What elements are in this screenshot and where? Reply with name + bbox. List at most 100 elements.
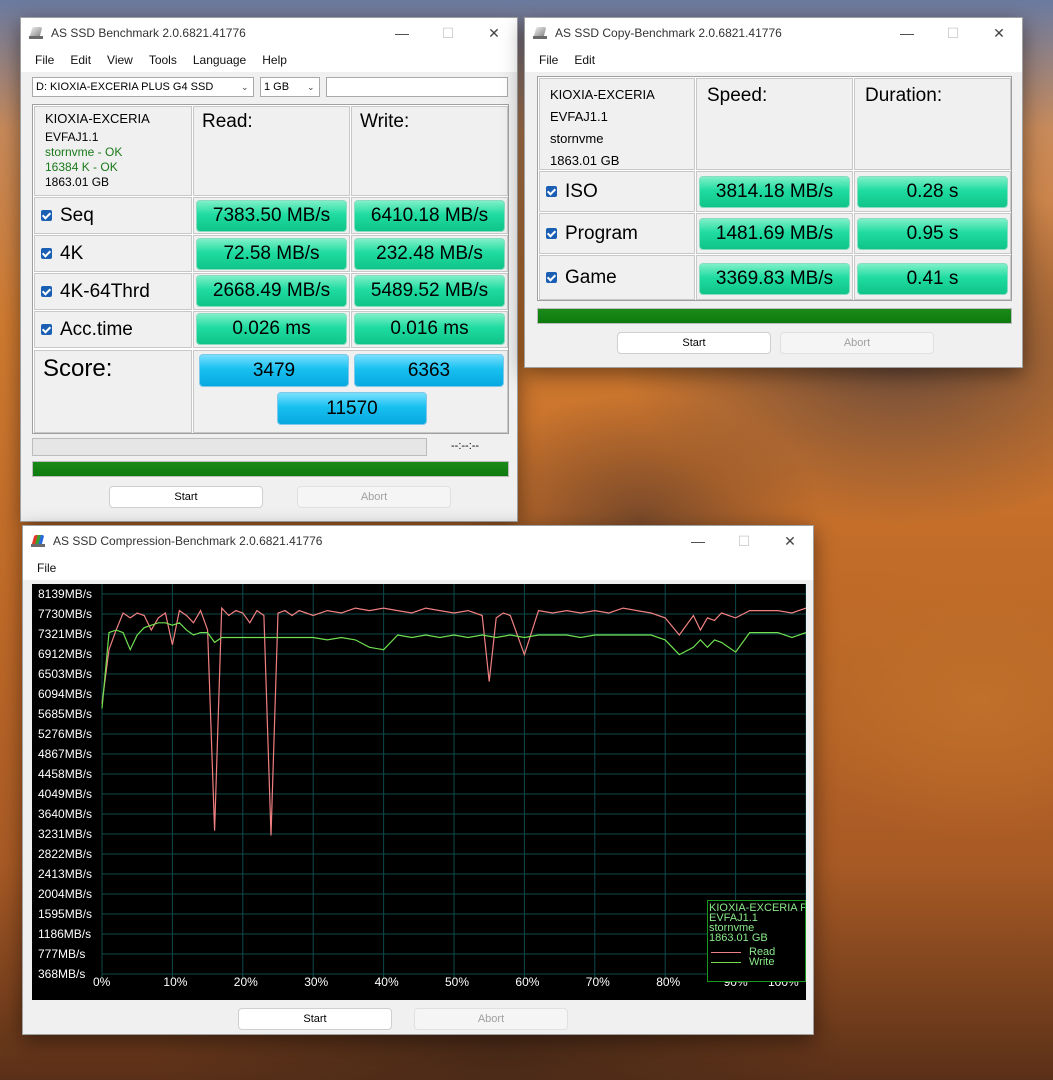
4k-64thrd-read-value: 2668.49 MB/s: [196, 275, 347, 307]
x-tick-label: 70%: [585, 975, 610, 989]
legend-capacity: 1863.01 GB: [709, 932, 768, 944]
y-tick-label: 1186MB/s: [38, 927, 92, 941]
iso-checkbox[interactable]: [546, 186, 557, 197]
chevron-down-icon: ⌄: [241, 82, 249, 92]
menu-edit[interactable]: Edit: [574, 53, 595, 67]
seq-checkbox[interactable]: [41, 210, 52, 221]
copy-window-title: AS SSD Copy-Benchmark 2.0.6821.41776: [555, 26, 782, 40]
compression-app-icon: [31, 535, 45, 547]
menu-language[interactable]: Language: [193, 53, 246, 67]
main-benchmark-window: AS SSD Benchmark 2.0.6821.41776 — ☐ ✕ Fi…: [20, 17, 518, 522]
read-header: Read:: [193, 106, 350, 196]
y-tick-label: 8139MB/s: [38, 587, 93, 601]
size-select[interactable]: 1 GB ⌄: [260, 77, 320, 97]
drive-model: KIOXIA-EXCERIA: [550, 87, 655, 102]
4k-64thrd-checkbox[interactable]: [41, 286, 52, 297]
abort-button: Abort: [414, 1008, 568, 1030]
compression-chart-svg: [101, 584, 806, 978]
abort-button: Abort: [780, 332, 934, 354]
program-speed-value: 1481.69 MB/s: [699, 218, 850, 250]
4k-write-value: 232.48 MB/s: [354, 238, 505, 270]
start-button[interactable]: Start: [238, 1008, 392, 1030]
seq-write-value: 6410.18 MB/s: [354, 200, 505, 232]
score-write-value: 6363: [354, 354, 504, 387]
row-4k-64thrd: 4K-64Thrd: [34, 273, 192, 310]
4k-read-value: 72.58 MB/s: [196, 238, 347, 270]
maximize-button: ☐: [737, 532, 751, 549]
y-tick-label: 7321MB/s: [38, 627, 93, 641]
abort-button: Abort: [297, 486, 451, 508]
compression-benchmark-window: AS SSD Compression-Benchmark 2.0.6821.41…: [22, 525, 814, 1035]
y-tick-label: 1595MB/s: [38, 907, 93, 921]
main-menubar: File Edit View Tools Language Help: [21, 48, 517, 72]
compression-titlebar[interactable]: AS SSD Compression-Benchmark 2.0.6821.41…: [23, 526, 813, 556]
menu-help[interactable]: Help: [262, 53, 287, 67]
main-titlebar[interactable]: AS SSD Benchmark 2.0.6821.41776 — ☐ ✕: [21, 18, 517, 48]
compression-window-title: AS SSD Compression-Benchmark 2.0.6821.41…: [53, 534, 323, 548]
menu-file[interactable]: File: [539, 53, 558, 67]
drive-firmware: EVFAJ1.1: [550, 109, 608, 124]
x-tick-label: 0%: [93, 975, 111, 989]
copy-menubar: File Edit: [525, 48, 1022, 72]
row-program: Program: [539, 213, 695, 254]
close-button[interactable]: ✕: [471, 18, 517, 48]
row-seq: Seq: [34, 197, 192, 234]
y-tick-label: 3640MB/s: [38, 807, 93, 821]
x-tick-label: 80%: [656, 975, 681, 989]
y-tick-label: 2822MB/s: [38, 847, 93, 861]
main-window-title: AS SSD Benchmark 2.0.6821.41776: [51, 26, 246, 40]
copy-results-grid: KIOXIA-EXCERIA EVFAJ1.1 stornvme 1863.01…: [537, 76, 1012, 301]
y-tick-label: 2413MB/s: [38, 867, 93, 881]
menu-view[interactable]: View: [107, 53, 133, 67]
close-button[interactable]: ✕: [767, 526, 813, 556]
disk-app-icon: [29, 27, 43, 39]
legend-read-swatch: [711, 951, 741, 953]
maximize-button: ☐: [441, 24, 455, 41]
game-duration-value: 0.41 s: [857, 263, 1008, 295]
y-tick-label: 3231MB/s: [38, 827, 93, 841]
copy-titlebar[interactable]: AS SSD Copy-Benchmark 2.0.6821.41776 — ☐…: [525, 18, 1022, 48]
game-speed-value: 3369.83 MB/s: [699, 263, 850, 295]
y-tick-label: 4867MB/s: [38, 747, 93, 761]
duration-header: Duration:: [854, 78, 1011, 170]
speed-header: Speed:: [696, 78, 853, 170]
drive-capacity: 1863.01 GB: [550, 153, 620, 168]
score-read-value: 3479: [199, 354, 349, 387]
x-tick-label: 40%: [374, 975, 399, 989]
y-tick-label: 777MB/s: [38, 947, 86, 961]
score-label: Score:: [34, 350, 192, 433]
total-progress-bar: [32, 461, 509, 477]
test-progress-bar: [32, 438, 427, 456]
menu-file[interactable]: File: [35, 53, 54, 67]
program-checkbox[interactable]: [546, 228, 557, 239]
start-button[interactable]: Start: [109, 486, 263, 508]
copy-drive-info-cell: KIOXIA-EXCERIA EVFAJ1.1 stornvme 1863.01…: [539, 78, 695, 170]
y-tick-label: 2004MB/s: [38, 887, 93, 901]
minimize-button[interactable]: —: [884, 18, 930, 48]
y-tick-label: 368MB/s: [38, 967, 86, 981]
seq-read-value: 7383.50 MB/s: [196, 200, 347, 232]
start-button[interactable]: Start: [617, 332, 771, 354]
time-display: --:--:--: [451, 440, 480, 452]
menu-file[interactable]: File: [37, 561, 56, 575]
y-tick-label: 4458MB/s: [38, 767, 93, 781]
x-tick-label: 30%: [304, 975, 329, 989]
x-tick-label: 50%: [445, 975, 470, 989]
menu-edit[interactable]: Edit: [70, 53, 91, 67]
compression-chart: 8139MB/s 7730MB/s 7321MB/s 6912MB/s 6503MB/s…: [32, 584, 806, 1000]
menu-tools[interactable]: Tools: [149, 53, 177, 67]
acc-time-checkbox[interactable]: [41, 324, 52, 335]
results-grid: KIOXIA-EXCERIA EVFAJ1.1 stornvme - OK 16…: [32, 104, 509, 434]
drive-model: KIOXIA-EXCERIA: [45, 111, 150, 126]
x-tick-label: 20%: [233, 975, 258, 989]
minimize-button[interactable]: —: [379, 18, 425, 48]
extra-field[interactable]: [326, 77, 508, 97]
y-tick-label: 4049MB/s: [38, 787, 93, 801]
legend-write-swatch: [711, 961, 741, 963]
game-checkbox[interactable]: [546, 272, 557, 283]
drive-select[interactable]: D: KIOXIA-EXCERIA PLUS G4 SSD ⌄: [32, 77, 254, 97]
4k-checkbox[interactable]: [41, 248, 52, 259]
close-button[interactable]: ✕: [976, 18, 1022, 48]
minimize-button[interactable]: —: [675, 526, 721, 556]
iso-speed-value: 3814.18 MB/s: [699, 176, 850, 208]
